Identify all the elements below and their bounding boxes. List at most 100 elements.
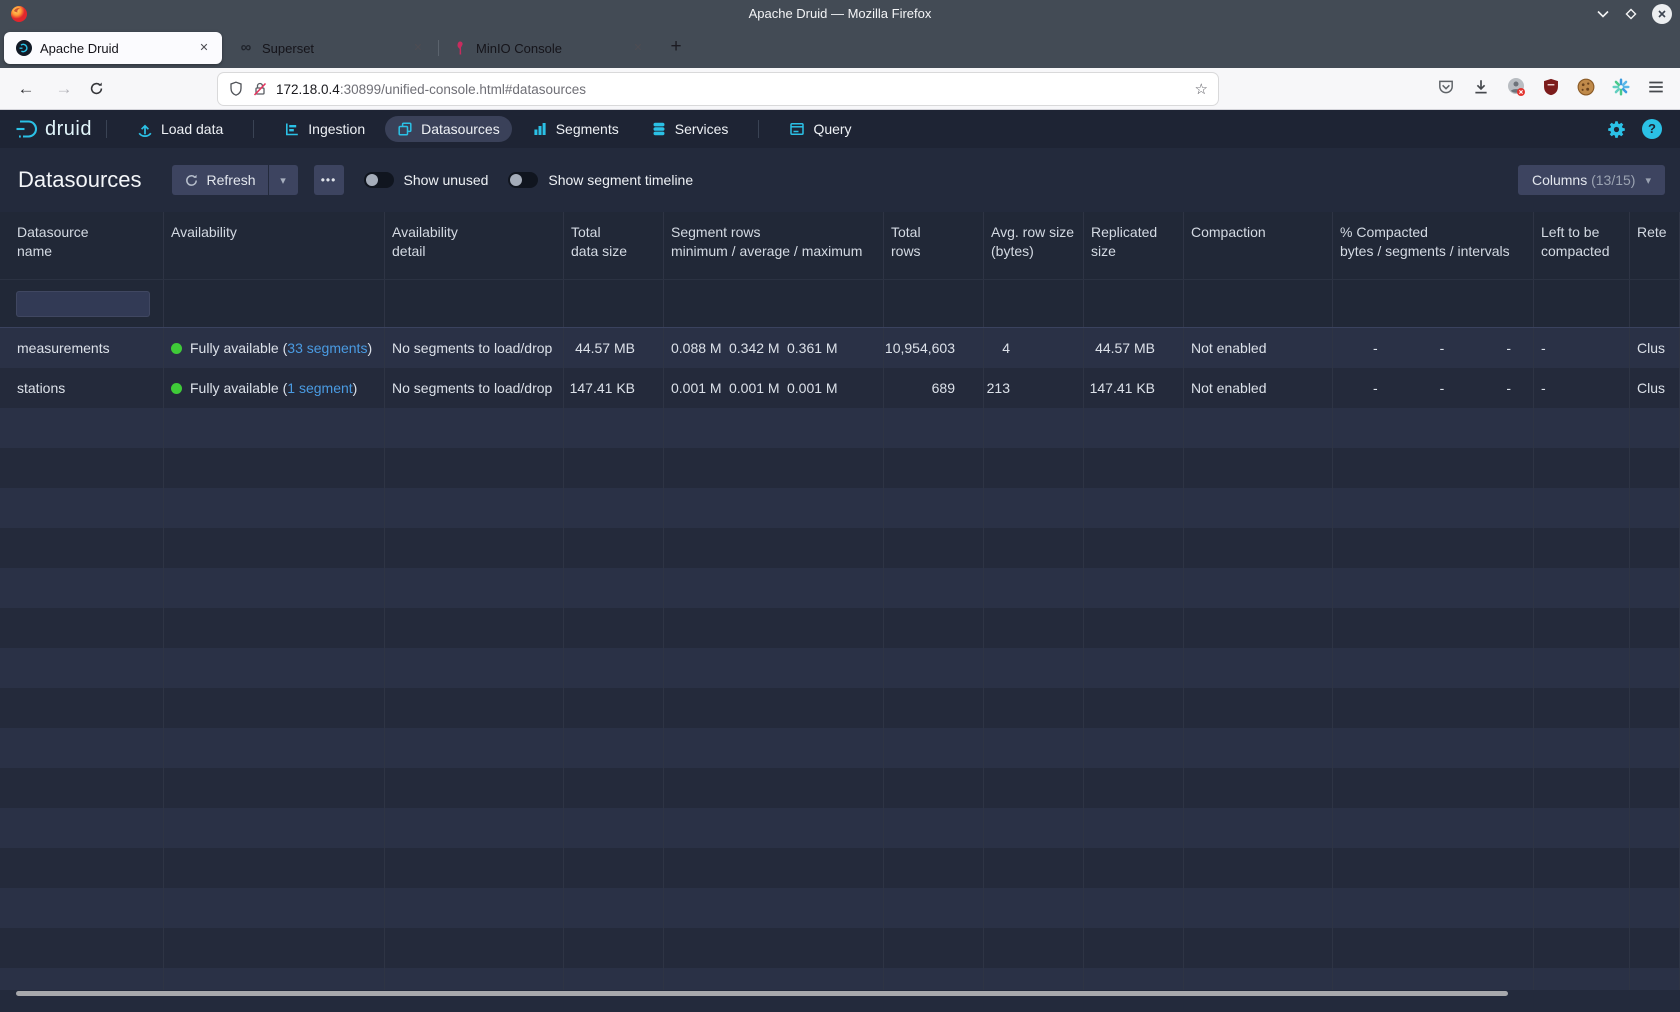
cell-datasource-name[interactable]: stations [0, 368, 164, 408]
window-maximize-icon[interactable] [1624, 7, 1638, 21]
col-header-total-data-size[interactable]: Totaldata size [564, 212, 664, 279]
cell-compaction: Not enabled [1184, 368, 1333, 408]
table-row-empty [0, 408, 1680, 448]
forward-icon[interactable]: → [52, 77, 76, 101]
druid-logo-icon [14, 117, 40, 141]
toggle-knob [510, 174, 522, 186]
nav-item-datasources[interactable]: Datasources [385, 116, 512, 142]
tab-close-icon[interactable]: ✕ [194, 38, 214, 58]
cell-retention[interactable]: Clus [1630, 368, 1680, 408]
more-actions-button[interactable]: ••• [314, 165, 344, 195]
tab-superset[interactable]: ∞ Superset ✕ [226, 32, 436, 64]
tracking-protection-shield-icon[interactable] [228, 81, 244, 97]
filter-cell [0, 280, 164, 327]
nav-item-ingestion[interactable]: Ingestion [272, 116, 377, 142]
tab-close-icon[interactable]: ✕ [628, 38, 648, 58]
nav-item-label: Query [813, 121, 851, 137]
window-close-icon[interactable] [1652, 4, 1672, 24]
pocket-icon[interactable] [1436, 77, 1456, 97]
scrollbar-thumb[interactable] [16, 991, 1508, 996]
insecure-lock-icon[interactable] [252, 81, 268, 97]
nav-separator [758, 120, 759, 138]
nav-item-segments[interactable]: Segments [520, 116, 631, 142]
table-row-empty [0, 488, 1680, 528]
table-row-empty [0, 768, 1680, 808]
col-header-availability-detail[interactable]: Availabilitydetail [385, 212, 564, 279]
nav-item-label: Segments [556, 121, 619, 137]
horizontal-scrollbar[interactable] [0, 991, 1680, 997]
cell-retention[interactable]: Clus [1630, 328, 1680, 368]
ublock-icon[interactable] [1541, 77, 1561, 97]
col-header-replicated-size[interactable]: Replicatedsize [1084, 212, 1184, 279]
table-row-empty [0, 568, 1680, 608]
table-row-empty [0, 968, 1680, 990]
table-row-stations[interactable]: stations Fully available (1 segment) No … [0, 368, 1680, 408]
nav-item-query[interactable]: Query [777, 116, 863, 142]
columns-button[interactable]: Columns (13/15) ▾ [1518, 165, 1665, 195]
cookie-icon[interactable] [1576, 77, 1596, 97]
firefox-window: Apache Druid — Mozilla Firefox Apache Dr… [0, 0, 1680, 1012]
nav-separator [106, 120, 107, 138]
url-path: :30899/unified-console.html#datasources [340, 82, 586, 97]
tab-apache-druid[interactable]: Apache Druid ✕ [4, 32, 222, 64]
superset-favicon: ∞ [238, 40, 254, 56]
table-header-row: Datasourcename Availability Availability… [0, 212, 1680, 280]
col-header-compaction[interactable]: Compaction [1184, 212, 1333, 279]
pinwheel-icon[interactable] [1611, 77, 1631, 97]
datasource-filter-input[interactable] [16, 291, 150, 317]
col-header-retention[interactable]: Rete [1630, 212, 1680, 279]
show-unused-toggle[interactable] [364, 172, 394, 188]
col-header-availability[interactable]: Availability [164, 212, 385, 279]
cell-total-rows: 689 [884, 368, 984, 408]
col-header-left-to-be-compacted[interactable]: Left to becompacted [1534, 212, 1630, 279]
menu-hamburger-icon[interactable] [1646, 77, 1666, 97]
cell-compaction: Not enabled [1184, 328, 1333, 368]
col-header-total-rows[interactable]: Totalrows [884, 212, 984, 279]
table-header: Datasourcename Availability Availability… [0, 212, 1680, 328]
cell-datasource-name[interactable]: measurements [0, 328, 164, 368]
table-row-empty [0, 888, 1680, 928]
cell-availability: Fully available (33 segments) [164, 328, 385, 368]
tab-close-icon[interactable]: ✕ [408, 38, 428, 58]
nav-item-services[interactable]: Services [639, 116, 741, 142]
col-header-datasource-name[interactable]: Datasourcename [0, 212, 164, 279]
col-header-avg-row-size[interactable]: Avg. row size(bytes) [984, 212, 1084, 279]
url-bar[interactable]: 172.18.0.4:30899/unified-console.html#da… [218, 73, 1218, 105]
refresh-button[interactable]: Refresh [172, 165, 268, 195]
bookmark-star-icon[interactable]: ☆ [1195, 80, 1208, 98]
tab-minio[interactable]: MinIO Console ✕ [440, 32, 656, 64]
refresh-icon [184, 173, 199, 188]
col-header-pct-compacted[interactable]: % Compactedbytes / segments / intervals [1333, 212, 1534, 279]
nav-separator [253, 120, 254, 138]
col-header-segment-rows[interactable]: Segment rowsminimum / average / maximum [664, 212, 884, 279]
cell-segment-rows: 0.088 M0.342 M0.361 M [664, 328, 884, 368]
cell-replicated-size: 147.41 KB [1084, 368, 1184, 408]
show-segment-timeline-toggle[interactable] [508, 172, 538, 188]
refresh-label: Refresh [207, 172, 256, 188]
status-dot-green [171, 343, 182, 354]
download-icon[interactable] [1471, 77, 1491, 97]
tab-separator [438, 40, 439, 56]
extension-icon[interactable] [1506, 77, 1526, 97]
druid-logo[interactable]: druid [14, 117, 92, 141]
cell-total-data-size: 44.57 MB [564, 328, 664, 368]
table-row-measurements[interactable]: measurements Fully available (33 segment… [0, 328, 1680, 368]
columns-count: (13/15) [1591, 172, 1635, 188]
window-title: Apache Druid — Mozilla Firefox [0, 0, 1680, 28]
settings-gear-icon[interactable] [1607, 120, 1626, 139]
druid-navbar: druid Load data Ingestion Datasources Se… [0, 110, 1680, 148]
back-icon[interactable]: ← [14, 77, 38, 101]
nav-item-load-data[interactable]: Load data [125, 116, 235, 142]
nav-item-label: Services [675, 121, 729, 137]
window-minimize-icon[interactable] [1596, 8, 1610, 20]
new-tab-button[interactable]: + [662, 34, 690, 62]
minio-favicon [452, 40, 468, 56]
segments-link[interactable]: 33 segments [287, 340, 367, 356]
tab-label: Apache Druid [40, 41, 194, 56]
segments-link[interactable]: 1 segment [287, 380, 352, 396]
table-row-empty [0, 608, 1680, 648]
help-icon[interactable]: ? [1642, 119, 1662, 139]
refresh-dropdown-button[interactable]: ▾ [269, 165, 298, 195]
reload-icon[interactable] [88, 80, 105, 102]
url-host: 172.18.0.4 [276, 82, 340, 97]
